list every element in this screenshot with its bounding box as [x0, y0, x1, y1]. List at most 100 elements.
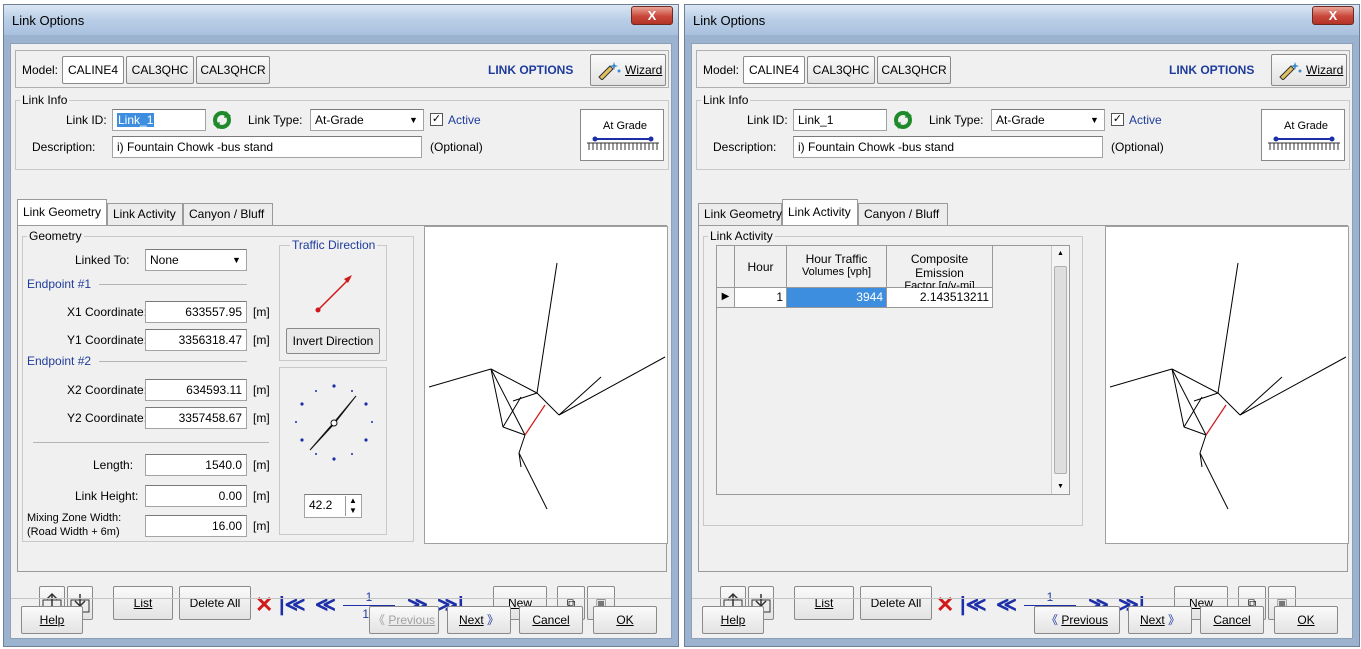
- hour-cell[interactable]: 1: [735, 288, 787, 308]
- link-map-canvas[interactable]: [424, 226, 668, 544]
- tab-canyon-bluff[interactable]: Canyon / Bluff: [858, 203, 948, 225]
- wizard-button[interactable]: Wizard: [590, 54, 666, 86]
- tab-link-geometry[interactable]: Link Geometry: [17, 199, 107, 225]
- model-tab-cal3qhc[interactable]: CAL3QHC: [126, 56, 194, 84]
- x1-coordinate-input[interactable]: 633557.95: [145, 301, 247, 323]
- activity-grid[interactable]: Hour Hour Traffic Volumes [vph] Composite…: [716, 245, 1070, 495]
- endpoint1-label: Endpoint #1: [27, 277, 92, 291]
- title-bar[interactable]: Link Options X: [685, 5, 1359, 35]
- chevron-down-icon: ▼: [232, 255, 241, 265]
- y1-coordinate-input[interactable]: 3356318.47: [145, 329, 247, 351]
- refresh-icon[interactable]: [893, 110, 913, 133]
- list-button[interactable]: List: [794, 586, 854, 620]
- chevron-down-icon: ▼: [1090, 115, 1099, 125]
- wizard-icon: [596, 60, 622, 83]
- volume-cell[interactable]: 3944: [787, 288, 887, 308]
- help-button[interactable]: Help: [702, 606, 764, 634]
- y2-unit: [m]: [253, 411, 270, 425]
- first-record-icon[interactable]: |≪: [960, 592, 987, 617]
- list-button[interactable]: List: [113, 586, 173, 620]
- close-button[interactable]: X: [1312, 6, 1354, 25]
- active-checkbox[interactable]: ✓: [1111, 113, 1124, 126]
- wizard-button[interactable]: Wizard: [1271, 54, 1347, 86]
- mixing-zone-sublabel: (Road Width + 6m): [27, 526, 120, 538]
- close-button[interactable]: X: [631, 6, 673, 25]
- scroll-thumb[interactable]: [1054, 266, 1067, 474]
- scroll-down-icon[interactable]: ▼: [1052, 483, 1069, 490]
- x1-unit: [m]: [253, 305, 270, 319]
- header-title: LINK OPTIONS: [488, 63, 574, 77]
- tab-canyon-bluff[interactable]: Canyon / Bluff: [183, 203, 273, 225]
- link-type-select[interactable]: At-Grade ▼: [310, 109, 424, 131]
- previous-button[interactable]: 《 Previous: [369, 606, 439, 634]
- model-tab-caline4[interactable]: CALINE4: [62, 56, 124, 84]
- scroll-up-icon[interactable]: ▲: [1052, 250, 1069, 257]
- previous-record-icon[interactable]: ≪: [315, 592, 336, 617]
- tab-link-activity[interactable]: Link Activity: [107, 203, 183, 225]
- dialog-client: Model: CALINE4 CAL3QHC CAL3QHCR LINK OPT…: [10, 43, 672, 639]
- title-bar[interactable]: Link Options X: [4, 5, 678, 35]
- compass-dial-icon[interactable]: [290, 378, 378, 476]
- x1-label: X1 Coordinate:: [67, 305, 148, 319]
- description-input[interactable]: i) Fountain Chowk -bus stand: [793, 136, 1103, 158]
- link-options-window-geometry: Link Options X Model: CALINE4 CAL3QHC CA…: [3, 4, 679, 647]
- link-map-canvas[interactable]: [1105, 226, 1349, 544]
- model-bar: Model: CALINE4 CAL3QHC CAL3QHCR LINK OPT…: [696, 50, 1350, 88]
- description-input[interactable]: i) Fountain Chowk -bus stand: [112, 136, 422, 158]
- link-id-input[interactable]: Link_1: [112, 109, 206, 131]
- link-type-select[interactable]: At-Grade ▼: [991, 109, 1105, 131]
- ok-button[interactable]: OK: [1274, 606, 1338, 634]
- tab-link-activity[interactable]: Link Activity: [782, 199, 858, 225]
- link-height-input[interactable]: 0.00: [145, 485, 247, 507]
- optional-label: (Optional): [430, 140, 483, 154]
- previous-button[interactable]: 《 Previous: [1034, 606, 1120, 634]
- road-network-map: [428, 262, 666, 510]
- delete-all-button[interactable]: Delete All: [179, 586, 251, 620]
- model-tab-cal3qhcr[interactable]: CAL3QHCR: [196, 56, 270, 84]
- direction-angle-input[interactable]: 42.2 ▲ ▼: [304, 494, 362, 518]
- record-current: 1: [1046, 590, 1054, 604]
- y2-coordinate-input[interactable]: 3357458.67: [145, 407, 247, 429]
- road-grade-icon: [1268, 136, 1340, 150]
- model-tab-cal3qhcr[interactable]: CAL3QHCR: [877, 56, 951, 84]
- link-info-group: Link Info Link ID: Link_1 Link Type: At-…: [15, 93, 669, 170]
- previous-record-icon[interactable]: ≪: [996, 592, 1017, 617]
- next-button[interactable]: Next 》: [447, 606, 511, 634]
- invert-direction-button[interactable]: Invert Direction: [286, 328, 380, 354]
- description-label: Description:: [32, 140, 96, 154]
- model-label: Model:: [22, 63, 59, 77]
- cancel-button[interactable]: Cancel: [1200, 606, 1264, 634]
- mixing-zone-input[interactable]: 16.00: [145, 515, 247, 537]
- refresh-icon[interactable]: [212, 110, 232, 133]
- link-height-label: Link Height:: [75, 489, 139, 503]
- length-input[interactable]: 1540.0: [145, 454, 247, 476]
- active-checkbox[interactable]: ✓: [430, 113, 443, 126]
- link-activity-label: Link Activity: [708, 229, 775, 243]
- link-activity-panel: Link Activity Hour Hour Traffic Volumes […: [698, 225, 1349, 572]
- cancel-button[interactable]: Cancel: [519, 606, 583, 634]
- tab-link-geometry[interactable]: Link Geometry: [698, 203, 782, 225]
- vertical-scrollbar[interactable]: ▲ ▼: [1051, 246, 1069, 494]
- mixing-zone-label: Mixing Zone Width:: [27, 512, 122, 524]
- model-tab-caline4[interactable]: CALINE4: [743, 56, 805, 84]
- delete-icon[interactable]: ✕: [936, 592, 954, 618]
- emission-factor-cell[interactable]: 2.143513211: [887, 288, 993, 308]
- ok-button[interactable]: OK: [593, 606, 657, 634]
- link-id-label: Link ID:: [747, 113, 788, 127]
- traffic-direction-group: Traffic Direction Invert Direction: [279, 238, 387, 361]
- linked-to-select[interactable]: None ▼: [145, 249, 247, 271]
- model-tab-cal3qhc[interactable]: CAL3QHC: [807, 56, 875, 84]
- delete-icon[interactable]: ✕: [255, 592, 273, 618]
- link-id-label: Link ID:: [66, 113, 107, 127]
- delete-all-button[interactable]: Delete All: [860, 586, 932, 620]
- first-record-icon[interactable]: |≪: [279, 592, 306, 617]
- active-label: Active: [1129, 113, 1162, 127]
- spin-updown-icon[interactable]: ▲ ▼: [345, 496, 360, 516]
- link-id-input[interactable]: Link_1: [793, 109, 887, 131]
- col-header-emission-factor: Composite Emission Factor [g/v-mi]: [887, 246, 993, 292]
- link-info-label: Link Info: [701, 93, 751, 107]
- x2-coordinate-input[interactable]: 634593.11: [145, 379, 247, 401]
- row-selector-icon[interactable]: ▶: [717, 288, 735, 308]
- next-button[interactable]: Next 》: [1128, 606, 1192, 634]
- help-button[interactable]: Help: [21, 606, 83, 634]
